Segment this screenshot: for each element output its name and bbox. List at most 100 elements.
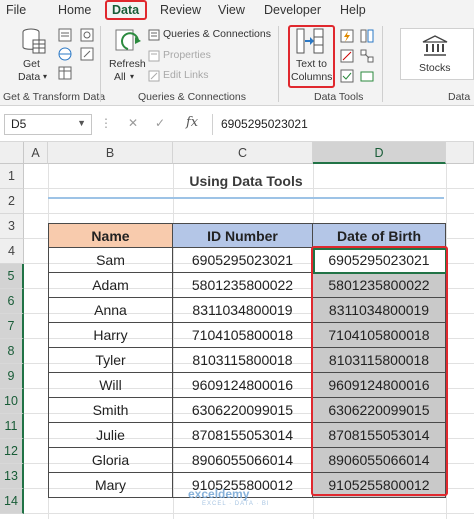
get-data-label-line2: Data xyxy=(18,71,41,83)
from-table-icon[interactable] xyxy=(58,66,72,80)
database-table-icon xyxy=(22,28,46,54)
refresh-label-line1: Refresh xyxy=(109,58,146,70)
ribbon-separator xyxy=(382,26,383,102)
ribbon-separator xyxy=(100,26,101,102)
row-header-2[interactable]: 2 xyxy=(0,189,24,214)
column-header-e[interactable] xyxy=(446,142,474,164)
row-header-4[interactable]: 4 xyxy=(0,239,24,264)
tab-home[interactable]: Home xyxy=(58,3,91,17)
queries-connections-label: Queries & Connections xyxy=(163,28,271,40)
refresh-icon xyxy=(115,29,141,51)
chevron-down-icon: ▾ xyxy=(43,72,48,81)
row-header-11[interactable]: 11 xyxy=(0,414,24,439)
row-header-6[interactable]: 6 xyxy=(0,289,24,314)
stocks-label: Stocks xyxy=(419,62,451,74)
tab-review[interactable]: Review xyxy=(160,3,201,17)
cell-id-number[interactable]: 8708155053014 xyxy=(173,423,313,448)
header-date-of-birth[interactable]: Date of Birth xyxy=(313,223,446,248)
header-id-number[interactable]: ID Number xyxy=(173,223,313,248)
insert-function-icon[interactable]: fx xyxy=(186,115,198,130)
group-get-transform-label: Get & Transform Data xyxy=(3,91,106,103)
column-header-b[interactable]: B xyxy=(48,142,173,164)
cell-id-number[interactable]: 5801235800022 xyxy=(173,273,313,298)
tab-view[interactable]: View xyxy=(218,3,245,17)
consolidate-icon[interactable] xyxy=(360,29,374,43)
title-underline xyxy=(48,197,444,199)
flash-fill-icon[interactable] xyxy=(340,29,354,43)
column-header-c[interactable]: C xyxy=(173,142,313,164)
refresh-label-line2: All xyxy=(114,71,126,83)
cell-name[interactable]: Smith xyxy=(48,398,173,423)
row-header-9[interactable]: 9 xyxy=(0,364,24,389)
column-header-a[interactable]: A xyxy=(24,142,48,164)
cell-name[interactable]: Anna xyxy=(48,298,173,323)
existing-connections-icon[interactable] xyxy=(80,47,94,61)
chevron-down-icon: ▾ xyxy=(130,72,135,81)
properties-label: Properties xyxy=(163,49,211,61)
cell-id-number[interactable]: 6306220099015 xyxy=(173,398,313,423)
formula-bar-grip-icon: ⋮ xyxy=(100,116,112,130)
row-header-7[interactable]: 7 xyxy=(0,314,24,339)
formula-bar: D5 ▼ ⋮ ✕ ✓ fx 6905295023021 xyxy=(0,106,474,142)
get-data-label-line1: Get xyxy=(23,58,40,70)
row-header-13[interactable]: 13 xyxy=(0,464,24,489)
cell-name[interactable]: Sam xyxy=(48,248,173,273)
bank-icon xyxy=(422,35,448,56)
formula-input[interactable]: 6905295023021 xyxy=(212,114,474,135)
enter-icon[interactable]: ✓ xyxy=(155,116,165,130)
row-header-5[interactable]: 5 xyxy=(0,264,24,289)
tab-help[interactable]: Help xyxy=(340,3,366,17)
cell-id-number[interactable]: 6905295023021 xyxy=(173,248,313,273)
tab-developer[interactable]: Developer xyxy=(264,3,321,17)
data-validation-icon[interactable] xyxy=(340,69,354,83)
row-header-8[interactable]: 8 xyxy=(0,339,24,364)
cancel-icon[interactable]: ✕ xyxy=(128,116,138,130)
group-data-tools-label: Data Tools xyxy=(314,91,364,103)
cell-id-number[interactable]: 8311034800019 xyxy=(173,298,313,323)
name-box[interactable]: D5 ▼ xyxy=(4,114,92,135)
row-header-10[interactable]: 10 xyxy=(0,389,24,414)
tab-file[interactable]: File xyxy=(6,3,26,17)
cell-name[interactable]: Gloria xyxy=(48,448,173,473)
group-data-types-label: Data xyxy=(448,91,471,103)
row-header-12[interactable]: 12 xyxy=(0,439,24,464)
from-text-icon[interactable] xyxy=(58,28,72,42)
chevron-down-icon[interactable]: ▼ xyxy=(77,118,86,128)
relationships-icon[interactable] xyxy=(360,49,374,63)
stocks-button[interactable]: Stocks xyxy=(400,28,474,80)
exceldemy-watermark: exceldemy EXCEL · DATA · BI xyxy=(188,487,270,507)
watermark-brand: exceldemy xyxy=(188,487,250,501)
cell-id-number[interactable]: 8906055066014 xyxy=(173,448,313,473)
gridline xyxy=(24,213,474,214)
from-web-icon[interactable] xyxy=(58,47,72,61)
data-tab-highlight xyxy=(105,0,147,20)
select-all-corner[interactable] xyxy=(0,142,24,164)
group-queries-label: Queries & Connections xyxy=(138,91,246,103)
cell-name[interactable]: Harry xyxy=(48,323,173,348)
header-name[interactable]: Name xyxy=(48,223,173,248)
row-header-14[interactable]: 14 xyxy=(0,489,24,514)
cell-name[interactable]: Mary xyxy=(48,473,173,498)
cell-name[interactable]: Julie xyxy=(48,423,173,448)
gridline xyxy=(24,513,474,514)
watermark-tagline: EXCEL · DATA · BI xyxy=(202,501,270,507)
queries-icon xyxy=(148,29,160,41)
column-header-d[interactable]: D xyxy=(313,142,446,164)
cell-id-number[interactable]: 7104105800018 xyxy=(173,323,313,348)
remove-duplicates-icon[interactable] xyxy=(340,49,354,63)
selection-highlight xyxy=(311,246,448,496)
data-model-icon[interactable] xyxy=(360,69,374,83)
sheet-title[interactable]: Using Data Tools xyxy=(48,173,444,189)
cell-name[interactable]: Will xyxy=(48,373,173,398)
row-header-1[interactable]: 1 xyxy=(0,164,24,189)
cell-id-number[interactable]: 8103115800018 xyxy=(173,348,313,373)
cell-id-number[interactable]: 9609124800016 xyxy=(173,373,313,398)
text-to-columns-highlight xyxy=(288,25,335,88)
edit-links-label: Edit Links xyxy=(163,69,209,81)
row-header-3[interactable]: 3 xyxy=(0,214,24,239)
worksheet-grid[interactable]: A B C D 1 2 3 4 5 6 7 8 9 10 11 12 13 14 Using Data T… xyxy=(0,142,474,519)
cell-name[interactable]: Tyler xyxy=(48,348,173,373)
recent-sources-icon[interactable] xyxy=(80,28,94,42)
properties-icon xyxy=(148,50,160,62)
cell-name[interactable]: Adam xyxy=(48,273,173,298)
